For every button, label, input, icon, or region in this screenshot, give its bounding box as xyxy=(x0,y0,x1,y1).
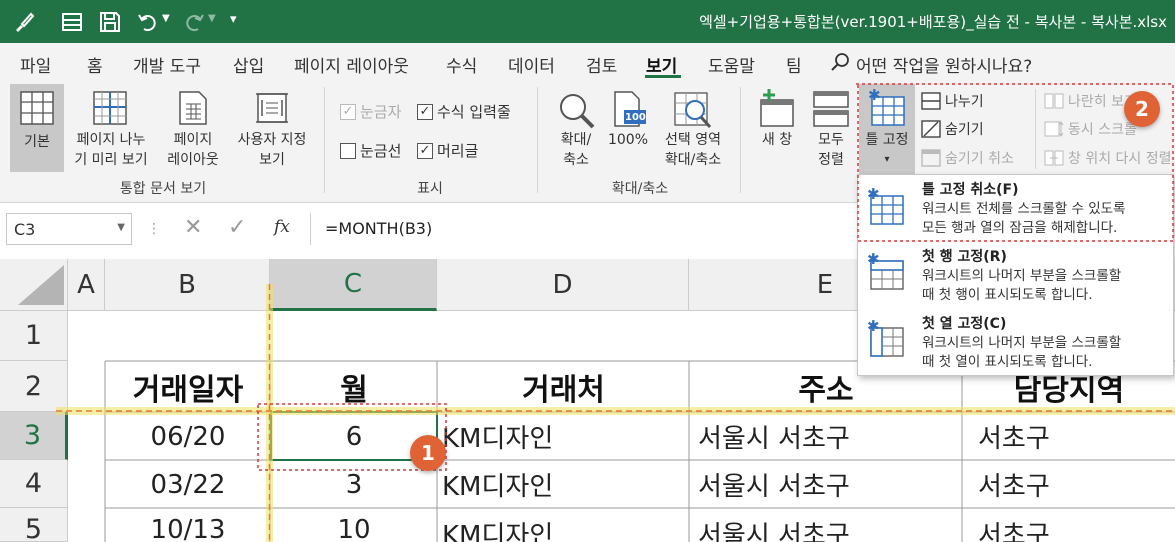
step-badge-2: 2 xyxy=(1124,91,1160,127)
callout-outline xyxy=(856,83,1174,242)
